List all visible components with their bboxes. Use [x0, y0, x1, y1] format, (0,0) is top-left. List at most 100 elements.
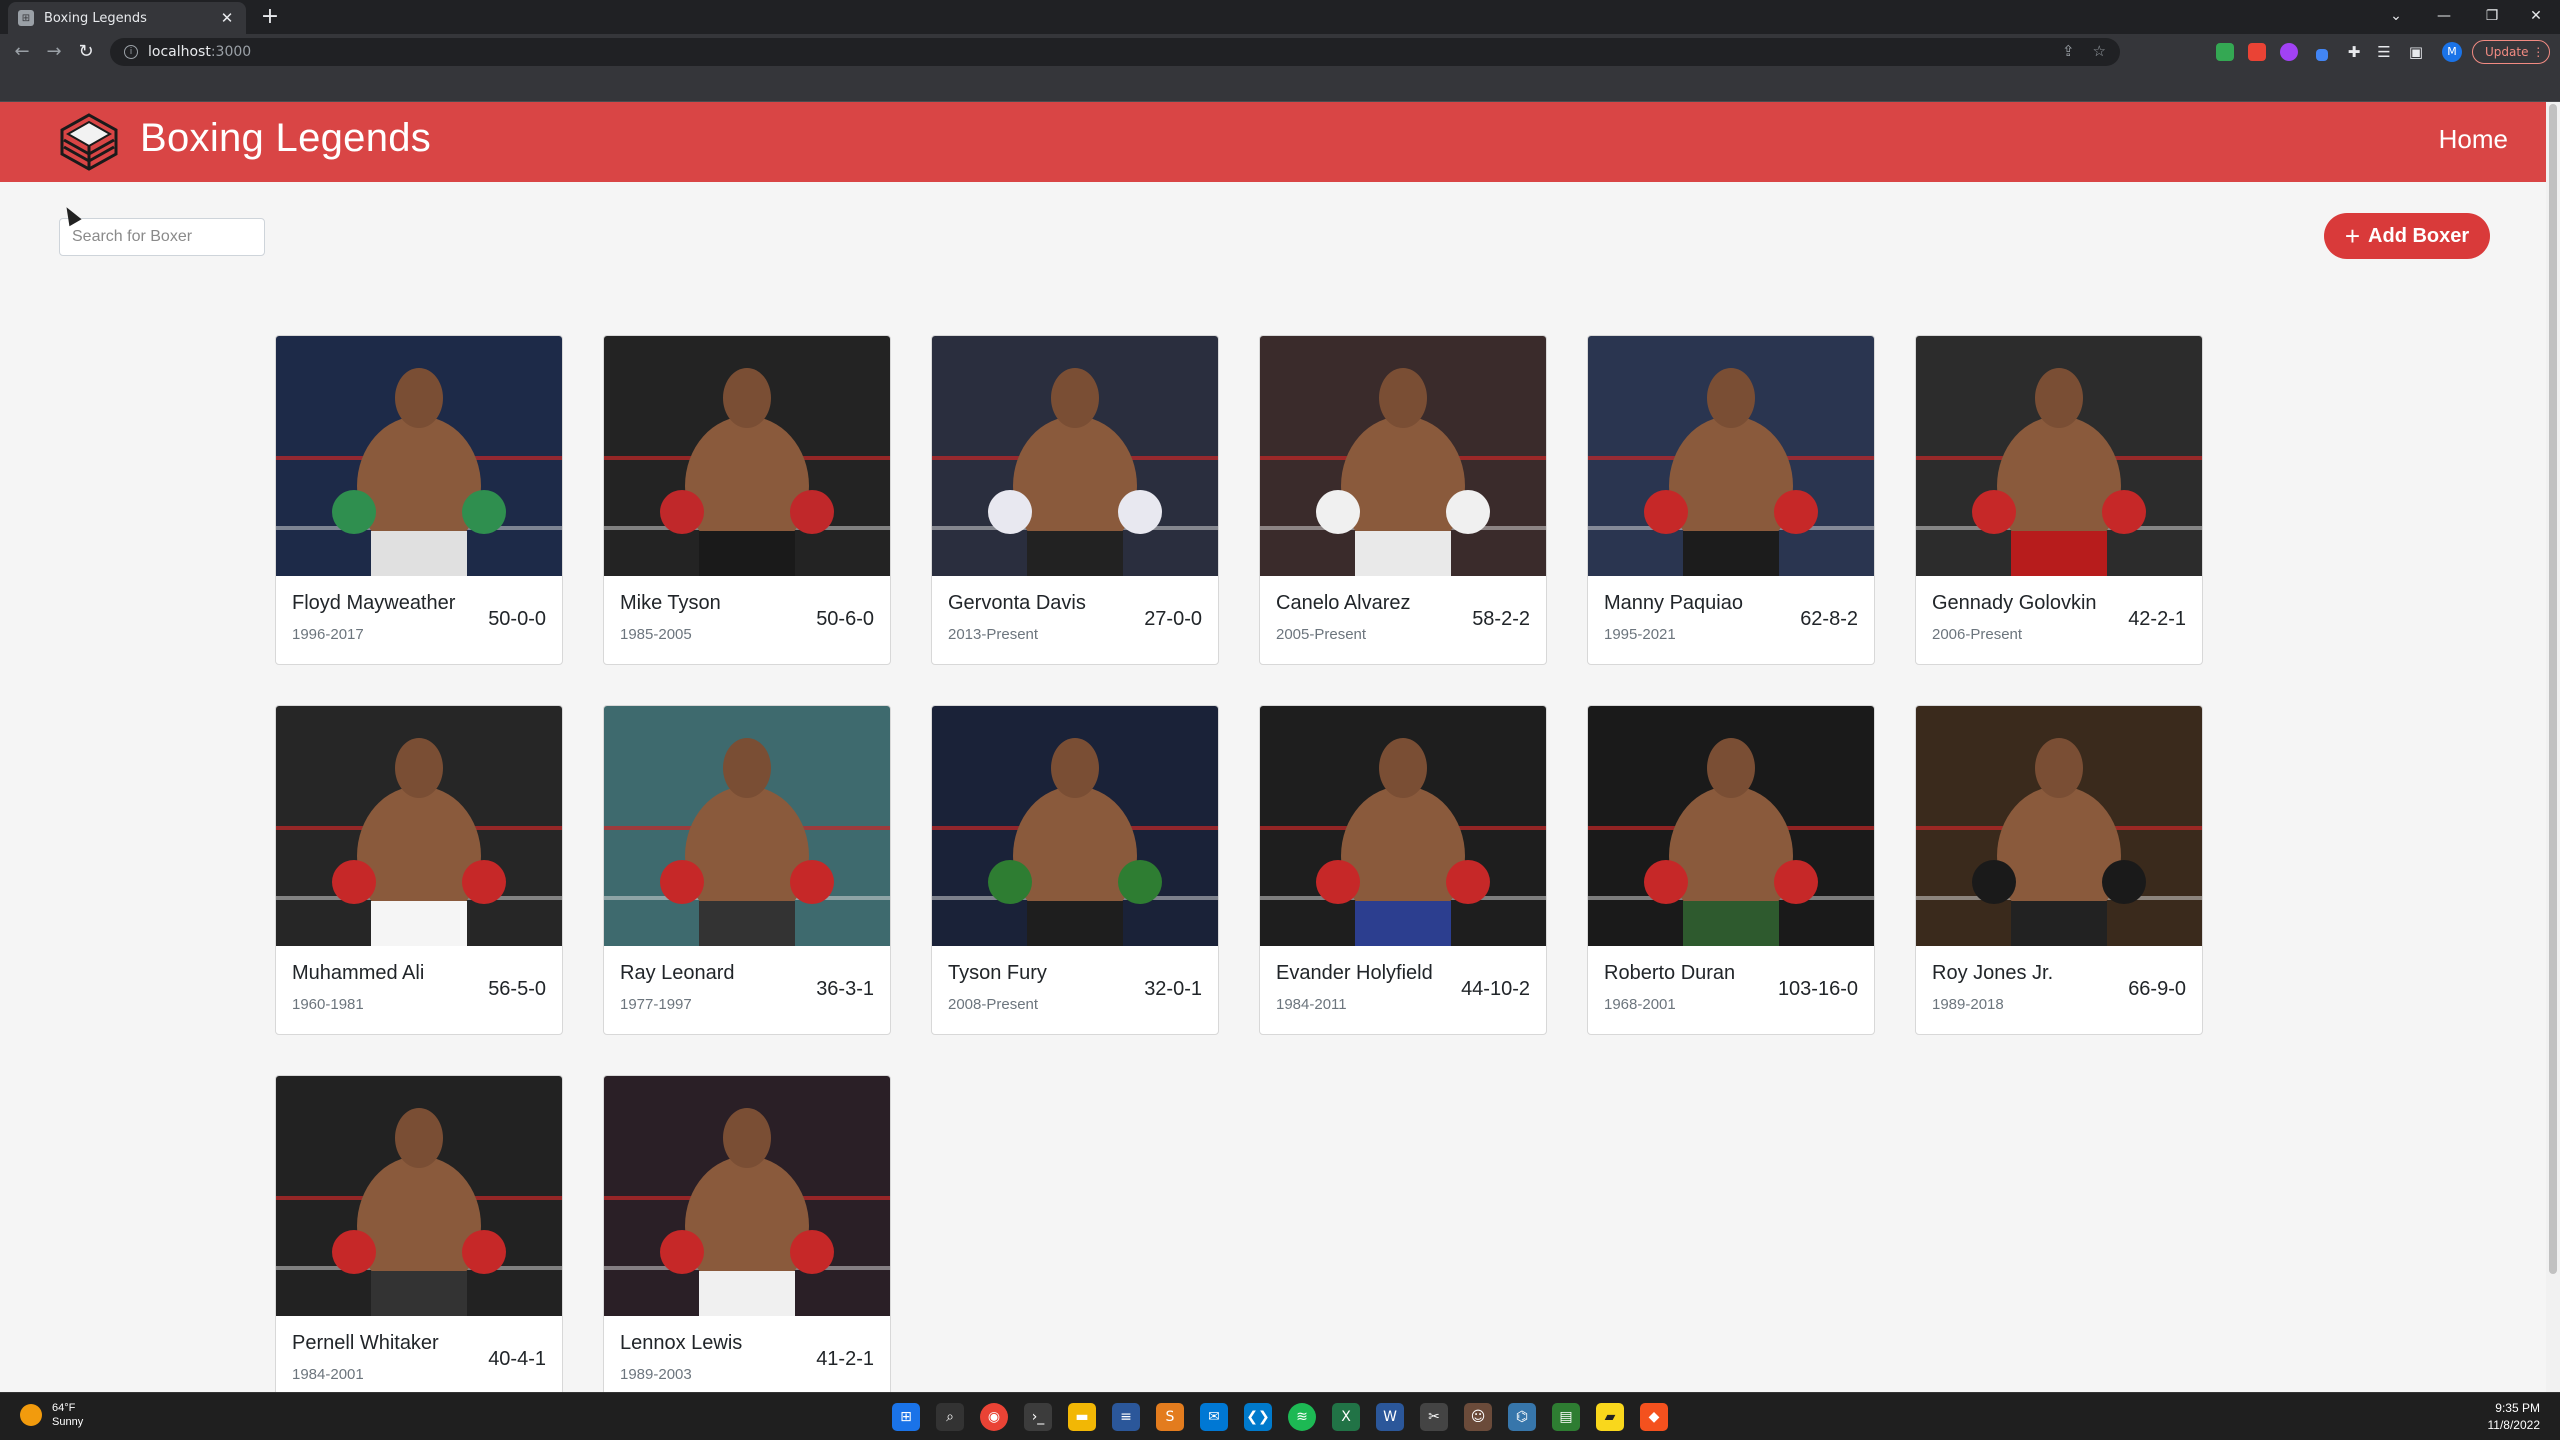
new-tab-button[interactable]: +	[258, 6, 282, 30]
boxer-name: Lennox Lewis	[620, 1332, 743, 1354]
reading-list-icon[interactable]: ☰	[2372, 40, 2396, 64]
boxer-years: 2013-Present	[948, 626, 1039, 643]
vscode-icon[interactable]: ❮❯	[1244, 1403, 1272, 1431]
boxer-card[interactable]: Gennady Golovkin 2006-Present 42-2-1	[1915, 335, 2203, 665]
browser-tab[interactable]: ⊞ Boxing Legends ✕	[8, 2, 246, 34]
boxer-record: 50-6-0	[816, 608, 874, 630]
notes-icon[interactable]: ▤	[1552, 1403, 1580, 1431]
boxer-years: 2005-Present	[1276, 626, 1367, 643]
weather-widget[interactable]: 64°F Sunny	[20, 1401, 83, 1429]
close-window-button[interactable]: ✕	[2516, 4, 2556, 28]
spotify-icon[interactable]: ≋	[1288, 1403, 1316, 1431]
excel-icon[interactable]: X	[1332, 1403, 1360, 1431]
boxer-card[interactable]: Ray Leonard 1977-1997 36-3-1	[603, 705, 891, 1035]
boxer-card[interactable]: Evander Holyfield 1984-2011 44-10-2	[1259, 705, 1547, 1035]
app-icon[interactable]: ☺	[1464, 1403, 1492, 1431]
boxer-card[interactable]: Tyson Fury 2008-Present 32-0-1	[931, 705, 1219, 1035]
boxer-name: Evander Holyfield	[1276, 962, 1433, 984]
nav-home-link[interactable]: Home	[2439, 124, 2508, 155]
boxer-years: 1985-2005	[620, 626, 692, 643]
boxer-name: Mike Tyson	[620, 592, 721, 614]
side-panel-icon[interactable]: ▣	[2404, 40, 2428, 64]
boxing-ring-logo-icon[interactable]	[58, 112, 120, 172]
boxer-card[interactable]: Lennox Lewis 1989-2003 41-2-1	[603, 1075, 891, 1392]
boxer-photo	[604, 706, 890, 946]
boxer-years: 1995-2021	[1604, 626, 1676, 643]
chrome-icon[interactable]: ◉	[980, 1403, 1008, 1431]
system-clock[interactable]: 9:35 PM 11/8/2022	[2488, 1400, 2541, 1434]
clock-date: 11/8/2022	[2487, 1418, 2541, 1432]
share-icon[interactable]: ⇪	[2062, 42, 2075, 60]
search-input[interactable]	[59, 218, 265, 256]
bookmark-star-icon[interactable]: ☆	[2093, 42, 2106, 60]
app-navbar: Boxing Legends Home	[0, 102, 2546, 182]
boxer-card[interactable]: Roy Jones Jr. 1989-2018 66-9-0	[1915, 705, 2203, 1035]
search-icon[interactable]: ⌕	[936, 1403, 964, 1431]
word-icon[interactable]: W	[1376, 1403, 1404, 1431]
weather-temp: 64°F	[52, 1402, 76, 1414]
boxer-record: 42-2-1	[2128, 608, 2186, 630]
minimize-button[interactable]: —	[2424, 4, 2464, 28]
sticky-notes-icon[interactable]: ▰	[1596, 1403, 1624, 1431]
browser-toolbar: ← → ↻ i localhost:3000 ⇪ ☆ ✚ ☰ ▣ M Updat…	[0, 34, 2560, 70]
brand-title[interactable]: Boxing Legends	[140, 116, 431, 161]
boxer-name: Canelo Alvarez	[1276, 592, 1411, 614]
page-scrollbar[interactable]	[2546, 102, 2560, 1392]
file-explorer-icon[interactable]: ▬	[1068, 1403, 1096, 1431]
boxer-years: 1984-2011	[1276, 996, 1347, 1013]
boxer-years: 1977-1997	[620, 996, 692, 1013]
boxer-photo	[1260, 336, 1546, 576]
boxer-record: 27-0-0	[1144, 608, 1202, 630]
tab-search-icon[interactable]: ⌄	[2376, 4, 2416, 28]
boxer-record: 58-2-2	[1472, 608, 1530, 630]
boxer-photo	[1588, 706, 1874, 946]
boxer-card[interactable]: Pernell Whitaker 1984-2001 40-4-1	[275, 1075, 563, 1392]
boxer-photo	[604, 336, 890, 576]
boxer-card[interactable]: Roberto Duran 1968-2001 103-16-0	[1587, 705, 1875, 1035]
bookmarks-bar	[0, 70, 2560, 102]
tab-close-icon[interactable]: ✕	[218, 9, 236, 27]
boxer-card[interactable]: Mike Tyson 1985-2005 50-6-0	[603, 335, 891, 665]
boxer-card[interactable]: Muhammed Ali 1960-1981 56-5-0	[275, 705, 563, 1035]
boxer-card[interactable]: Gervonta Davis 2013-Present 27-0-0	[931, 335, 1219, 665]
reload-icon[interactable]: ↻	[74, 40, 98, 64]
boxer-photo	[1260, 706, 1546, 946]
boxer-photo	[276, 336, 562, 576]
add-boxer-button[interactable]: + Add Boxer	[2324, 213, 2490, 259]
site-info-icon[interactable]: i	[124, 45, 138, 59]
python-icon[interactable]: ⌬	[1508, 1403, 1536, 1431]
extensions-puzzle-icon[interactable]: ✚	[2342, 40, 2366, 64]
start-menu-icon[interactable]: ⊞	[892, 1403, 920, 1431]
git-icon[interactable]: ◆	[1640, 1403, 1668, 1431]
boxer-card[interactable]: Floyd Mayweather 1996-2017 50-0-0	[275, 335, 563, 665]
boxer-photo	[276, 706, 562, 946]
extension-icon[interactable]	[2280, 43, 2298, 61]
boxer-years: 2008-Present	[948, 996, 1039, 1013]
sun-icon	[20, 1404, 42, 1426]
snipping-tool-icon[interactable]: ✂	[1420, 1403, 1448, 1431]
tab-title: Boxing Legends	[44, 10, 147, 26]
update-button[interactable]: Update ⋮	[2472, 40, 2550, 64]
extension-icon[interactable]	[2216, 43, 2234, 61]
extension-icon[interactable]	[2248, 43, 2266, 61]
sublime-text-icon[interactable]: S	[1156, 1403, 1184, 1431]
extension-icon[interactable]	[2316, 49, 2328, 61]
boxer-card[interactable]: Canelo Alvarez 2005-Present 58-2-2	[1259, 335, 1547, 665]
boxer-record: 32-0-1	[1144, 978, 1202, 1000]
boxer-record: 103-16-0	[1777, 978, 1858, 1000]
restore-button[interactable]: ❐	[2472, 4, 2512, 28]
boxer-years: 1989-2018	[1932, 996, 2004, 1013]
boxer-name: Tyson Fury	[948, 962, 1047, 984]
boxer-name: Roy Jones Jr.	[1932, 962, 2054, 984]
terminal-icon[interactable]: ›_	[1024, 1403, 1052, 1431]
scrollbar-thumb[interactable]	[2549, 104, 2557, 1274]
forward-icon[interactable]: →	[42, 40, 66, 64]
boxer-name: Gervonta Davis	[948, 592, 1086, 614]
notepad-icon[interactable]: ≡	[1112, 1403, 1140, 1431]
back-icon[interactable]: ←	[10, 40, 34, 64]
profile-avatar[interactable]: M	[2442, 42, 2462, 62]
address-bar[interactable]: i localhost:3000 ⇪ ☆	[110, 38, 2120, 66]
boxer-card[interactable]: Manny Paquiao 1995-2021 62-8-2	[1587, 335, 1875, 665]
mail-icon[interactable]: ✉	[1200, 1403, 1228, 1431]
boxer-name: Manny Paquiao	[1604, 592, 1743, 614]
